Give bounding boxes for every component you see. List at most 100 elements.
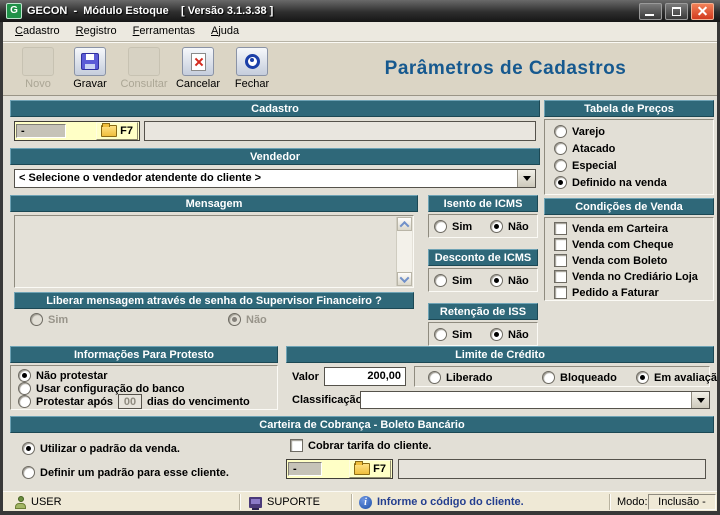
close-button[interactable] [691,2,714,20]
radio-varejo[interactable]: Varejo [554,125,605,138]
classificacao-label: Classificação [292,394,363,406]
protesto-header: Informações Para Protesto [10,346,278,363]
menu-ferramentas[interactable]: Ferramentas [125,23,203,40]
mode-value-box: Inclusão - [648,494,716,510]
classificacao-value [361,392,691,408]
cadastro-f7-button[interactable]: F7 [96,122,138,140]
radio-definido-na-venda[interactable]: Definido na venda [554,176,667,189]
dias-protesto-input[interactable]: 00 [118,394,143,409]
venda-boleto-label: Venda com Boleto [572,254,668,267]
checkbox-icon [554,286,567,299]
menu-registro[interactable]: Registro [68,23,125,40]
status-user: USER [15,492,62,512]
window-border-left [0,0,3,515]
radio-icon [22,442,35,455]
checkbox-venda-carteira[interactable]: Venda em Carteira [554,222,668,235]
checkbox-icon [290,439,303,452]
radio-liberado[interactable]: Liberado [428,371,492,384]
radio-padrao-cliente[interactable]: Definir um padrão para esse cliente. [22,466,229,479]
scroll-down-icon [399,272,410,283]
retencao-sim-radio[interactable]: Sim [434,328,472,341]
checkbox-venda-cheque[interactable]: Venda com Cheque [554,238,673,251]
carteira-name-field[interactable] [398,459,706,479]
user-name: USER [31,496,62,508]
new-button-label: Novo [25,78,51,90]
menu-ajuda-rest: juda [218,25,240,37]
mensagem-scrollbar[interactable] [396,217,412,286]
mode-label-item: Modo: [617,492,648,512]
carteira-lookup-field[interactable]: - F7 [286,459,393,479]
desconto-sim-label: Sim [452,274,473,287]
close-form-button[interactable]: Fechar [227,47,277,90]
radio-bloqueado[interactable]: Bloqueado [542,371,617,384]
classificacao-dropdown-button[interactable] [691,392,709,408]
isento-sim-radio[interactable]: Sim [434,220,472,233]
menu-bar: Cadastro Registro Ferramentas Ajuda [3,22,717,42]
mensagem-textarea[interactable] [14,215,414,288]
desconto-nao-radio[interactable]: Não [490,274,529,287]
venda-crediario-label: Venda no Crediário Loja [572,270,698,283]
f7-label: F7 [120,125,133,137]
menu-ajuda[interactable]: Ajuda [203,23,247,40]
checkbox-venda-crediario[interactable]: Venda no Crediário Loja [554,270,698,283]
radio-padrao-venda[interactable]: Utilizar o padrão da venda. [22,442,180,455]
radio-especial[interactable]: Especial [554,159,617,172]
search-button-label: Consultar [120,78,168,90]
liberar-sim-label: Sim [48,313,69,326]
cadastro-header: Cadastro [10,100,540,117]
retencao-iss-header: Retenção de ISS [428,303,538,320]
radio-icon [554,142,567,155]
f7-label: F7 [373,463,386,475]
classificacao-select[interactable] [360,391,710,409]
desconto-icms-header: Desconto de ICMS [428,249,538,266]
valor-input[interactable]: 200,00 [324,367,406,386]
cancel-button[interactable]: Cancelar [173,47,223,90]
isento-nao-radio[interactable]: Não [490,220,529,233]
cadastro-name-field[interactable] [144,121,536,141]
radio-icon [554,176,567,189]
folder-icon [354,461,371,475]
desconto-sim-radio[interactable]: Sim [434,274,472,287]
retencao-sim-label: Sim [452,328,473,341]
isento-icms-header: Isento de ICMS [428,195,538,212]
carteira-f7-button[interactable]: F7 [349,460,391,478]
cadastro-lookup-field[interactable]: - F7 [14,121,140,141]
status-divider [351,494,352,510]
vendedor-select[interactable]: < Selecione o vendedor atendente do clie… [14,169,536,188]
station-name: SUPORTE [267,496,320,508]
checkbox-icon [554,270,567,283]
retencao-nao-radio[interactable]: Não [490,328,529,341]
menu-cadastro[interactable]: Cadastro [7,23,68,40]
page-title: Parâmetros de Cadastros [384,58,627,79]
checkbox-pedido-faturar[interactable]: Pedido a Faturar [554,286,659,299]
dias-vencimento-label: dias do vencimento [147,395,250,408]
radio-nao-protestar[interactable]: Não protestar [18,369,108,382]
radio-especial-label: Especial [572,159,617,172]
new-button: Novo [13,47,63,90]
save-button[interactable]: Gravar [65,47,115,90]
radio-varejo-label: Varejo [572,125,606,138]
radio-em-avaliacao[interactable]: Em avaliação [636,371,720,384]
vendedor-dropdown-button[interactable] [517,170,535,187]
checkbox-cobrar-tarifa[interactable]: Cobrar tarifa do cliente. [290,439,431,452]
maximize-button[interactable] [665,2,688,20]
checkbox-venda-boleto[interactable]: Venda com Boleto [554,254,667,267]
menu-registro-key: R [75,25,84,37]
radio-icon [434,220,447,233]
save-button-label: Gravar [73,78,107,90]
window-title: GECON - Módulo Estoque [ Versão 3.1.3.38… [27,5,274,17]
vendedor-selected-value: < Selecione o vendedor atendente do clie… [19,172,262,184]
radio-protestar-apos[interactable]: Protestar após 00 dias do vencimento [18,394,250,409]
bloqueado-label: Bloqueado [560,371,617,384]
scroll-up-button[interactable] [397,217,412,231]
radio-atacado[interactable]: Atacado [554,142,615,155]
radio-icon [636,371,649,384]
scroll-down-button[interactable] [397,272,412,286]
radio-icon [18,395,31,408]
menu-cadastro-key: C [15,25,23,37]
carteira-header: Carteira de Cobrança - Boleto Bancário [10,416,714,433]
save-icon [81,53,99,70]
minimize-button[interactable] [639,2,662,20]
mode-label: Modo: [617,496,648,508]
radio-icon [490,220,503,233]
